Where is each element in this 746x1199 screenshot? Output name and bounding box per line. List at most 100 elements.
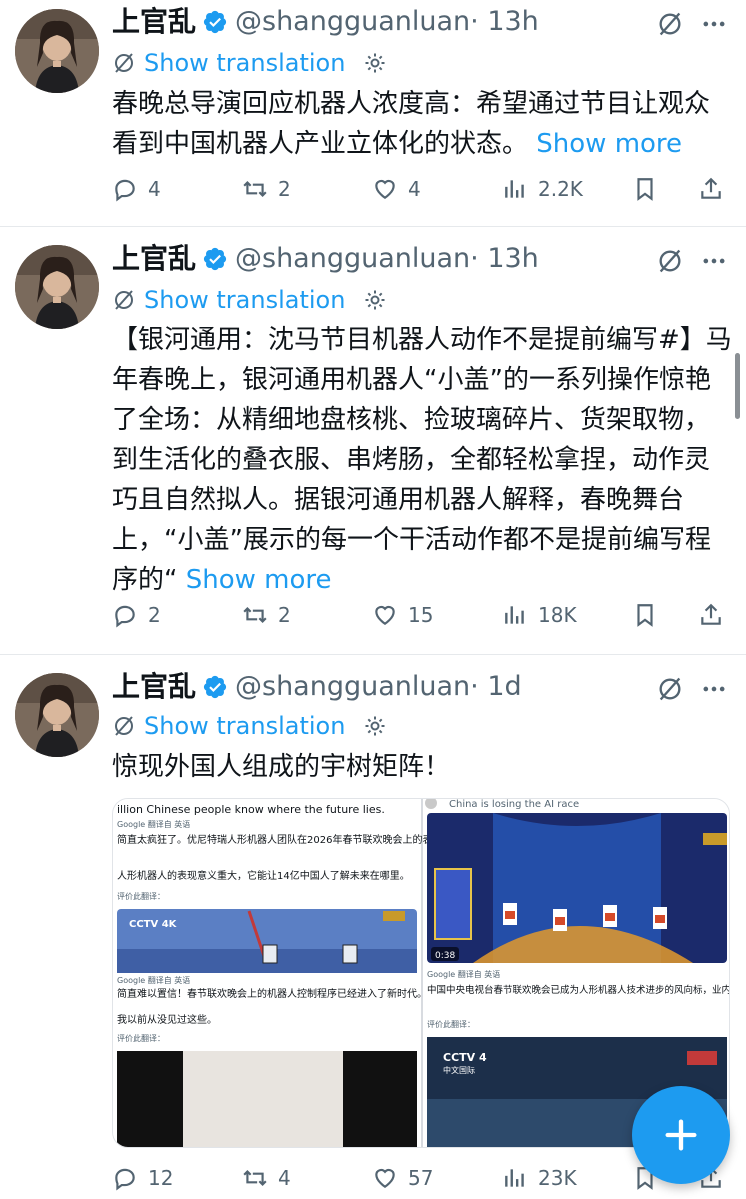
timestamp[interactable]: · 13h [470, 6, 539, 37]
retweet-button[interactable]: 2 [242, 597, 291, 633]
reply-icon [115, 605, 135, 628]
handle[interactable]: @shangguanluan [235, 6, 470, 37]
media-google-label-1: Google 翻译自 英语 [117, 819, 190, 829]
timestamp[interactable]: · 13h [470, 243, 539, 274]
show-translation-link[interactable]: Show translation [144, 283, 345, 317]
like-count: 4 [408, 177, 421, 201]
view-count: 18K [538, 603, 577, 627]
media-cctv4-sub: 中文国际 [443, 1065, 475, 1075]
translate-icon [115, 53, 133, 73]
tweet-text-content: 【银河通用：沈马节目机器人动作不是提前编写#】马年春晚上，银河通用机器人“小盖”… [112, 325, 732, 595]
like-count: 15 [408, 603, 434, 627]
compose-post-button[interactable] [632, 1086, 730, 1184]
translate-icon [115, 290, 133, 310]
tweet-media-image[interactable]: illion Chinese people know where the fut… [112, 798, 730, 1148]
handle-and-time[interactable]: @shangguanluan· 1d [235, 669, 522, 705]
like-button[interactable]: 4 [372, 171, 421, 207]
handle[interactable]: @shangguanluan [235, 671, 470, 702]
reply-icon [115, 1168, 135, 1191]
display-name[interactable]: 上官乱 [112, 241, 196, 277]
translation-row[interactable]: Show translation [112, 46, 387, 80]
tweet-text-content: 惊现外国人组成的宇树矩阵！ [112, 752, 451, 782]
show-translation-link[interactable]: Show translation [144, 709, 345, 743]
share-button[interactable] [698, 597, 734, 633]
heart-icon [375, 1168, 395, 1188]
media-text-left-4: 我以前从没见过这些。 [117, 1013, 217, 1026]
retweet-icon [243, 606, 267, 624]
action-bar: 2 2 15 18K [112, 597, 728, 633]
retweet-button[interactable]: 2 [242, 171, 291, 207]
media-text-en-left: illion Chinese people know where the fut… [117, 803, 385, 816]
translation-row[interactable]: Show translation [112, 709, 387, 743]
verified-badge-icon [203, 247, 227, 271]
reply-count: 12 [148, 1166, 174, 1190]
avatar[interactable] [15, 245, 99, 329]
retweet-icon [243, 180, 267, 198]
display-name[interactable]: 上官乱 [112, 669, 196, 705]
media-google-label-2: Google 翻译自 英语 [117, 975, 190, 985]
media-cctv4-logo: CCTV 4 [443, 1051, 487, 1064]
analytics-icon [505, 180, 524, 198]
reply-button[interactable]: 4 [112, 171, 161, 207]
translation-row[interactable]: Show translation [112, 283, 387, 317]
avatar[interactable] [15, 9, 99, 93]
media-text-right-1: 中国中央电视台春节联欢晚会已成为人形机器人技术进步的风向标，业内人士可以借此比较… [427, 984, 730, 996]
verified-badge-icon [203, 675, 227, 699]
view-count: 23K [538, 1166, 577, 1190]
media-text-left-2: 人形机器人的表现意义重大，它能让14亿中国人了解未来在哪里。 [117, 869, 410, 882]
tweet-2[interactable]: 上官乱 @shangguanluan· 13h Show translation… [0, 227, 746, 654]
reply-button[interactable]: 2 [112, 597, 161, 633]
media-rate-label-1: 评价此翻译： [117, 891, 165, 901]
retweet-button[interactable]: 4 [242, 1160, 291, 1196]
grok-icon[interactable] [656, 10, 684, 38]
bookmark-button[interactable] [632, 171, 668, 207]
media-text-en-right: China is losing the AI race [449, 799, 579, 810]
share-icon [701, 177, 721, 199]
retweet-count: 2 [278, 177, 291, 201]
tweet-1[interactable]: 上官乱 @shangguanluan· 13h Show translation… [0, 0, 746, 226]
tweet-text: 春晚总导演回应机器人浓度高：希望通过节目让观众看到中国机器人产业立体化的状态。 … [112, 84, 732, 164]
bookmark-icon [637, 178, 653, 201]
gear-icon[interactable] [363, 288, 387, 312]
reply-icon [115, 179, 135, 202]
views-button[interactable]: 23K [502, 1160, 577, 1196]
scrollbar[interactable] [735, 353, 740, 419]
plus-icon [665, 1119, 697, 1151]
media-rate-label-3: 评价此翻译： [427, 1019, 475, 1029]
share-button[interactable] [698, 171, 734, 207]
like-button[interactable]: 15 [372, 597, 433, 633]
analytics-icon [505, 1169, 524, 1187]
display-name[interactable]: 上官乱 [112, 4, 196, 40]
action-bar: 4 2 4 2.2K [112, 171, 728, 207]
more-options-icon[interactable] [700, 675, 728, 703]
handle-and-time[interactable]: @shangguanluan· 13h [235, 241, 539, 277]
media-text-left-1: 简直太疯狂了。优尼特瑞人形机器人团队在2026年春节联欢晚会上的表演。 [117, 833, 452, 846]
reply-button[interactable]: 12 [112, 1160, 173, 1196]
reply-count: 2 [148, 603, 161, 627]
show-translation-link[interactable]: Show translation [144, 46, 345, 80]
share-icon [701, 603, 721, 625]
media-collage: illion Chinese people know where the fut… [113, 799, 730, 1147]
retweet-count: 2 [278, 603, 291, 627]
grok-icon[interactable] [656, 247, 684, 275]
timestamp[interactable]: · 1d [470, 671, 521, 702]
like-button[interactable]: 57 [372, 1160, 433, 1196]
media-google-label-3: Google 翻译自 英语 [427, 969, 500, 979]
gear-icon[interactable] [363, 51, 387, 75]
views-button[interactable]: 2.2K [502, 171, 583, 207]
heart-icon [375, 605, 395, 625]
show-more-link[interactable]: Show more [186, 565, 332, 595]
avatar[interactable] [15, 673, 99, 757]
more-options-icon[interactable] [700, 247, 728, 275]
bookmark-button[interactable] [632, 597, 668, 633]
verified-badge-icon [203, 10, 227, 34]
handle-and-time[interactable]: @shangguanluan· 13h [235, 4, 539, 40]
grok-icon[interactable] [656, 675, 684, 703]
gear-icon[interactable] [363, 714, 387, 738]
analytics-icon [505, 606, 524, 624]
handle[interactable]: @shangguanluan [235, 243, 470, 274]
show-more-link[interactable]: Show more [536, 129, 682, 159]
views-button[interactable]: 18K [502, 597, 577, 633]
more-options-icon[interactable] [700, 10, 728, 38]
media-rate-label-2: 评价此翻译： [117, 1033, 165, 1043]
